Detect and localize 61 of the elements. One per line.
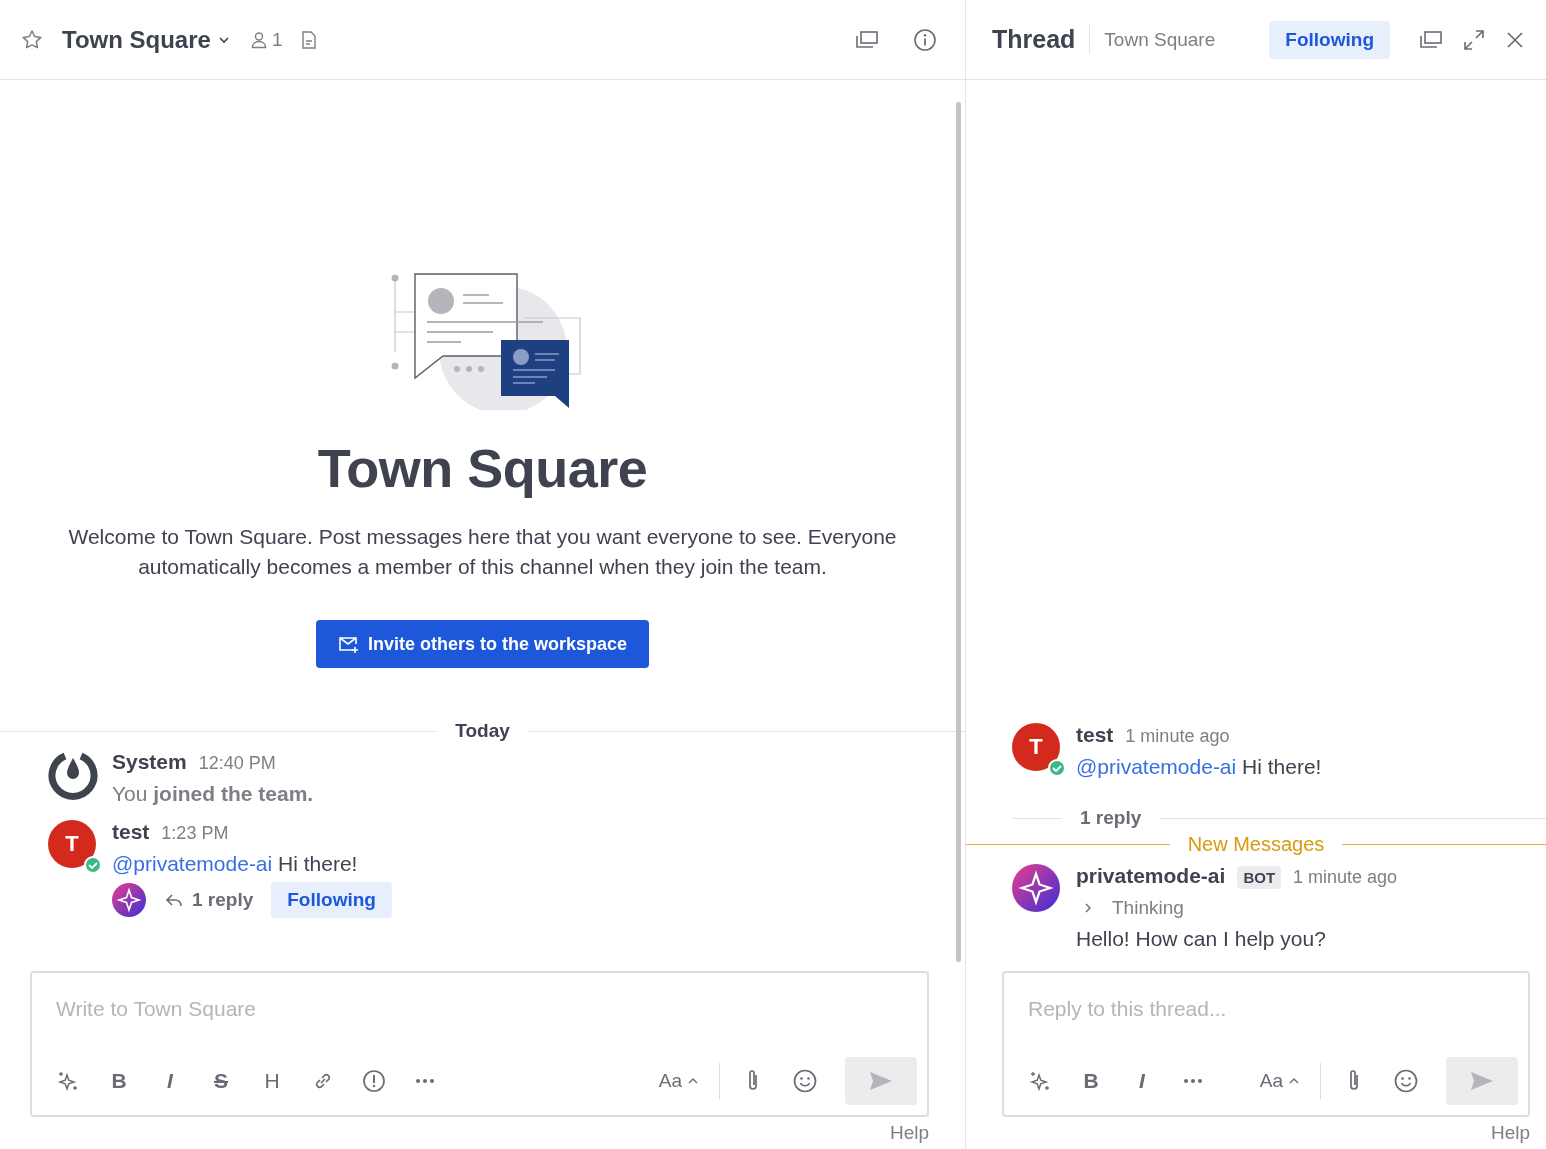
help-link[interactable]: Help bbox=[889, 1122, 929, 1144]
post-time[interactable]: 1 minute ago bbox=[1293, 867, 1398, 888]
author-name[interactable]: System bbox=[112, 750, 187, 774]
channel-intro-title: Town Square bbox=[317, 437, 648, 500]
author-name[interactable]: test bbox=[1076, 723, 1114, 747]
user-avatar[interactable]: T bbox=[1012, 723, 1060, 771]
sparkle-icon[interactable] bbox=[1028, 1069, 1052, 1093]
message-text: Hi there! bbox=[1242, 755, 1322, 778]
thread-channel-name[interactable]: Town Square bbox=[1104, 28, 1216, 51]
system-avatar-icon bbox=[48, 750, 98, 800]
emoji-icon[interactable] bbox=[792, 1068, 818, 1094]
mention-link[interactable]: @privatemode-ai bbox=[112, 852, 273, 875]
info-icon[interactable] bbox=[913, 27, 937, 52]
following-button[interactable]: Following bbox=[271, 882, 392, 918]
bold-button[interactable]: B bbox=[1079, 1069, 1103, 1093]
replies-button[interactable]: 1 reply bbox=[164, 889, 254, 911]
post-time[interactable]: 1 minute ago bbox=[1125, 726, 1230, 747]
sparkle-avatar-icon bbox=[112, 883, 146, 917]
following-button[interactable]: Following bbox=[1269, 20, 1390, 59]
user-avatar[interactable]: T bbox=[48, 820, 96, 868]
formatting-toggle[interactable]: Aa bbox=[1259, 1070, 1299, 1092]
author-name[interactable]: privatemode-ai bbox=[1076, 864, 1226, 888]
alert-icon[interactable] bbox=[362, 1069, 386, 1093]
reply-input-field[interactable]: Reply to this thread... B I Aa bbox=[1002, 971, 1530, 1117]
caret-up-icon[interactable] bbox=[688, 1077, 698, 1085]
windows-icon[interactable] bbox=[1418, 28, 1444, 51]
italic-button[interactable]: I bbox=[1130, 1069, 1154, 1093]
help-link[interactable]: Help bbox=[1490, 1122, 1530, 1144]
mention-link[interactable]: @privatemode-ai bbox=[1076, 755, 1237, 778]
date-separator: Today bbox=[454, 720, 511, 742]
post-time[interactable]: 1:23 PM bbox=[161, 823, 229, 844]
author-name[interactable]: test bbox=[112, 820, 150, 844]
expand-icon[interactable] bbox=[1462, 27, 1486, 52]
file-icon[interactable] bbox=[300, 29, 319, 50]
caret-up-icon[interactable] bbox=[1289, 1077, 1299, 1085]
windows-icon[interactable] bbox=[855, 28, 879, 51]
message-text: Hi there! bbox=[278, 852, 358, 875]
message-text: Hello! How can I help you? bbox=[1076, 927, 1327, 951]
emoji-icon[interactable] bbox=[1393, 1068, 1419, 1094]
sparkle-icon[interactable] bbox=[56, 1069, 80, 1093]
channel-name-dropdown[interactable]: Town Square bbox=[62, 25, 231, 54]
heading-button[interactable]: H bbox=[260, 1069, 284, 1093]
bot-badge: BOT bbox=[1237, 866, 1282, 889]
post-time[interactable]: 12:40 PM bbox=[198, 753, 276, 774]
formatting-toggle[interactable]: Aa bbox=[658, 1070, 698, 1092]
member-count-button[interactable]: 1 bbox=[248, 28, 283, 51]
mail-plus-icon[interactable] bbox=[337, 635, 360, 653]
new-messages-separator: New Messages bbox=[1186, 833, 1326, 856]
strike-button[interactable]: S bbox=[209, 1069, 233, 1093]
channel-description: Welcome to Town Square. Post messages here that you want everyone to see. Everyone automatically becomes a member of this channel when they join the team. bbox=[67, 524, 898, 580]
message-text: You joined the team. bbox=[112, 782, 314, 806]
thinking-toggle[interactable]: Thinking bbox=[1082, 897, 1398, 919]
bold-button[interactable]: B bbox=[107, 1069, 131, 1093]
scrollbar[interactable] bbox=[956, 102, 961, 962]
invite-button[interactable]: Invite others to the workspace bbox=[315, 620, 650, 668]
italic-button[interactable]: I bbox=[158, 1069, 182, 1093]
reply-arrow-icon[interactable] bbox=[164, 892, 184, 908]
thread-title: Thread bbox=[992, 25, 1091, 54]
reply-count: 1 reply bbox=[1080, 807, 1142, 829]
message-input-field[interactable]: Write to Town Square B I S H Aa bbox=[30, 971, 929, 1117]
sparkle-avatar-icon[interactable] bbox=[1012, 864, 1060, 912]
